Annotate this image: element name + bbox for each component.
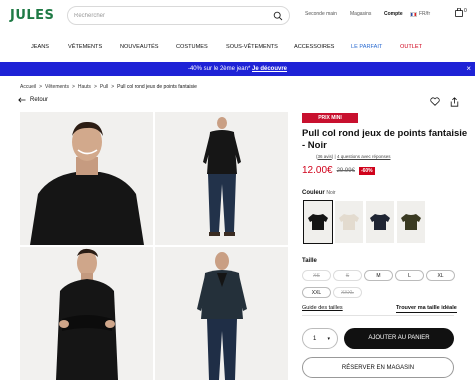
discount-badge: -60% — [358, 166, 375, 175]
nav-accessoires[interactable]: ACCESSOIRES — [294, 44, 334, 50]
product-photo-1[interactable] — [20, 112, 153, 245]
quantity-value: 1 — [313, 336, 317, 342]
link-seconde-main[interactable]: Seconde main — [305, 11, 337, 17]
original-price: 29.99€ — [336, 167, 355, 174]
search-input[interactable] — [74, 11, 264, 21]
back-button[interactable]: Retour — [18, 97, 48, 103]
size-xl[interactable]: XL — [426, 270, 455, 281]
model-photo-full-body — [155, 112, 288, 245]
link-compte[interactable]: Compte — [384, 11, 403, 17]
price-block: 12.00€ 29.99€ -60% — [302, 165, 375, 176]
breadcrumb-sep: > — [71, 84, 75, 90]
jules-logo[interactable]: JULES — [10, 8, 54, 23]
reviews-summary: (36 avis) | 4 questions avec réponses — [316, 154, 391, 159]
size-xs[interactable]: XS — [302, 270, 331, 281]
language-label: FR/fr — [419, 11, 431, 17]
product-title: Pull col rond jeux de points fantaisie -… — [302, 128, 468, 151]
color-swatch-navy[interactable] — [366, 201, 394, 243]
model-photo-with-jacket — [155, 247, 288, 380]
breadcrumb-sep: > — [39, 84, 43, 90]
cart-button[interactable]: 0 — [455, 8, 467, 17]
breadcrumb-sep: > — [93, 84, 97, 90]
promo-banner: -40% sur le 2ème jean* Je découvre × — [0, 62, 475, 76]
nav-sous-vetements[interactable]: SOUS-VÊTEMENTS — [226, 44, 278, 50]
reviews-link[interactable]: 36 avis — [318, 154, 332, 159]
breadcrumb-sep: > — [111, 84, 115, 90]
current-price: 12.00€ — [302, 165, 333, 176]
color-swatch-ecru[interactable] — [335, 201, 363, 243]
reserve-in-store-button[interactable]: RÉSERVER EN MAGASIN — [302, 357, 454, 378]
sweater-ecru-thumbnail — [339, 214, 359, 230]
share-icon[interactable] — [450, 97, 459, 107]
language-selector[interactable]: FR/fr — [410, 11, 430, 17]
arrow-left-icon — [18, 97, 26, 103]
color-label: Couleur — [302, 190, 325, 196]
breadcrumb-current: Pull col rond jeux de points fantaisie — [117, 84, 197, 90]
nav-outlet[interactable]: OUTLET — [400, 44, 422, 50]
chevron-down-icon: ▾ — [327, 336, 330, 342]
sweater-khaki-thumbnail — [401, 214, 421, 230]
find-my-size-link[interactable]: Trouver ma taille idéale — [396, 305, 457, 313]
nav-jeans[interactable]: JEANS — [31, 44, 49, 50]
color-value: Noir — [326, 190, 336, 196]
breadcrumb-accueil[interactable]: Accueil — [20, 84, 36, 90]
size-xxl[interactable]: XXL — [302, 287, 331, 298]
nav-costumes[interactable]: COSTUMES — [176, 44, 208, 50]
size-m[interactable]: M — [364, 270, 393, 281]
prix-mini-badge: PRIX MINI — [302, 113, 358, 123]
search-bar[interactable] — [67, 6, 290, 25]
nav-le-parfait[interactable]: LE PARFAIT — [351, 44, 382, 50]
add-to-cart-button[interactable]: AJOUTER AU PANIER — [344, 328, 454, 349]
size-guide-link[interactable]: Guide des tailles — [302, 305, 343, 311]
size-xxxl[interactable]: XXXL — [333, 287, 362, 298]
product-photo-2[interactable] — [155, 112, 288, 245]
bag-icon — [455, 8, 463, 17]
main-navigation: JEANS VÊTEMENTS NOUVEAUTÉS COSTUMES SOUS… — [0, 40, 475, 58]
cart-count: 0 — [464, 8, 467, 14]
color-heading: Couleur Noir — [302, 190, 336, 196]
nav-vetements[interactable]: VÊTEMENTS — [68, 44, 102, 50]
sweater-black-thumbnail — [308, 214, 328, 230]
size-l[interactable]: L — [395, 270, 424, 281]
back-label: Retour — [30, 97, 49, 103]
model-photo-arms-crossed — [20, 247, 153, 380]
product-photo-3[interactable] — [20, 247, 153, 380]
france-flag-icon — [410, 11, 417, 17]
breadcrumb-pull[interactable]: Pull — [100, 84, 108, 90]
top-header: JULES Seconde main Magasins Compte FR/fr… — [0, 0, 475, 36]
quantity-select[interactable]: 1 ▾ — [302, 328, 338, 349]
sweater-navy-thumbnail — [370, 214, 390, 230]
promo-text: -40% sur le 2ème jean* — [187, 66, 252, 72]
size-heading: Taille — [302, 258, 317, 264]
color-swatch-khaki[interactable] — [397, 201, 425, 243]
product-photo-4[interactable] — [155, 247, 288, 380]
breadcrumb-vetements[interactable]: Vêtements — [45, 84, 69, 90]
questions-link[interactable]: 4 questions avec réponses — [337, 154, 391, 159]
color-swatch-noir[interactable] — [303, 200, 333, 244]
breadcrumb: Accueil > Vêtements > Hauts > Pull > Pull co… — [20, 84, 197, 90]
breadcrumb-hauts[interactable]: Hauts — [78, 84, 91, 90]
promo-link[interactable]: Je découvre — [252, 66, 287, 72]
model-photo-closeup — [20, 112, 153, 245]
nav-nouveautes[interactable]: NOUVEAUTÉS — [120, 44, 159, 50]
divider — [302, 315, 454, 316]
size-s[interactable]: S — [333, 270, 362, 281]
heart-icon[interactable] — [430, 97, 440, 106]
close-icon[interactable]: × — [466, 62, 471, 76]
link-magasins[interactable]: Magasins — [350, 11, 371, 17]
search-icon[interactable] — [273, 11, 283, 21]
